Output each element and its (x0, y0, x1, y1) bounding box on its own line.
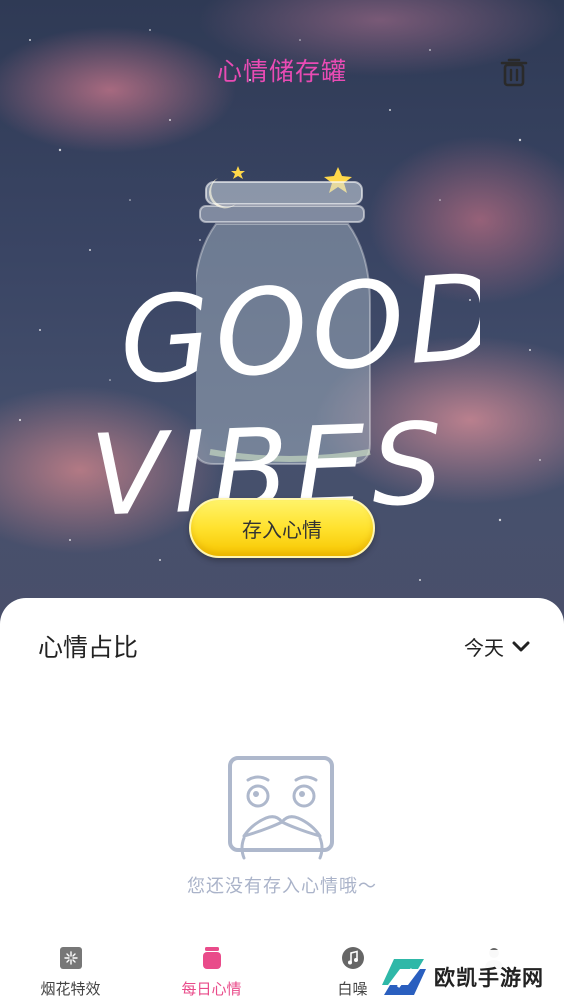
trash-button[interactable] (496, 54, 532, 90)
tab-daily-mood[interactable]: 每日心情 (141, 940, 282, 1004)
hero-background: 心情储存罐 GOOD VIBES 存入心情 (0, 0, 564, 640)
tab-label: 每日心情 (181, 980, 242, 998)
empty-state-message: 您还没有存入心情哦～ (187, 876, 377, 897)
tab-label: 烟花特效 (40, 980, 101, 998)
period-selected: 今天 (464, 636, 504, 660)
page-title: 心情储存罐 (216, 57, 347, 86)
trash-icon (500, 58, 528, 87)
fireworks-icon (59, 946, 83, 970)
tab-label: 白噪 (337, 980, 368, 998)
period-dropdown[interactable]: 今天 (464, 632, 530, 661)
watermark: 欧凯手游网 (378, 950, 564, 1004)
music-icon (341, 946, 365, 970)
art-text-good: GOOD (115, 260, 480, 411)
watermark-text: 欧凯手游网 (434, 966, 544, 990)
watermark-logo-icon (382, 959, 426, 995)
mood-jar-icon (200, 946, 224, 970)
save-mood-button[interactable]: 存入心情 (189, 498, 375, 558)
card-title: 心情占比 (38, 633, 139, 662)
good-vibes-art: GOOD VIBES (88, 260, 480, 530)
sad-face-icon (228, 756, 334, 860)
chevron-down-icon (512, 641, 530, 651)
tab-fireworks[interactable]: 烟花特效 (0, 940, 141, 1004)
